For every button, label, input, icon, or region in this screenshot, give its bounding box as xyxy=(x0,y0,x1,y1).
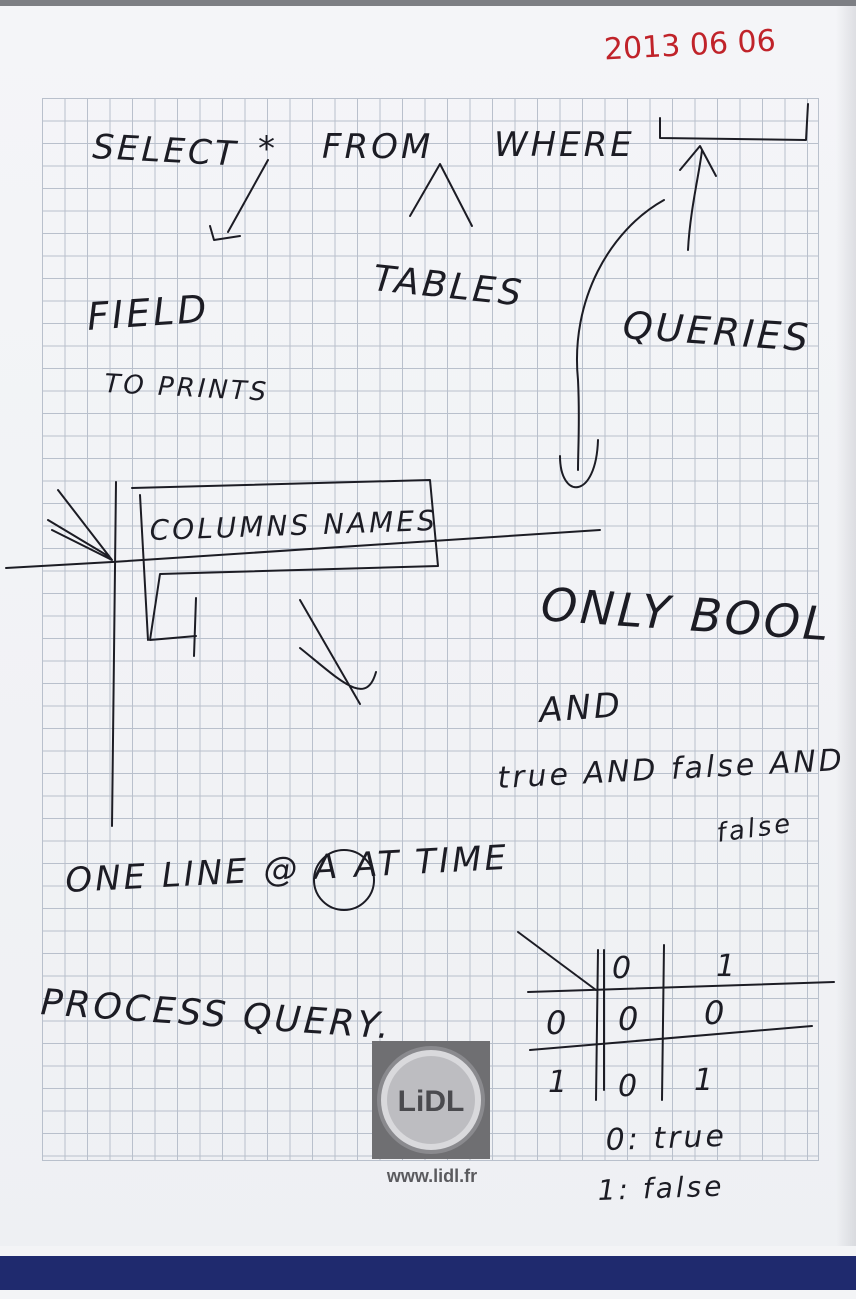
table-row-1-label: 1 xyxy=(548,1065,570,1100)
lidl-logo-mark: LiDL xyxy=(377,1046,485,1154)
label-false-result: false xyxy=(715,809,795,849)
table-diagonal xyxy=(517,931,597,991)
table-col-line-1 xyxy=(595,949,605,1101)
legend-true: 0: true xyxy=(605,1119,727,1158)
table-cell-0-1: 0 xyxy=(704,994,727,1032)
vertical-line xyxy=(111,481,117,827)
label-only-bool: ONLY BOOL xyxy=(539,577,833,651)
kw-where: WHERE xyxy=(494,125,635,165)
lidl-url: www.lidl.fr xyxy=(386,1166,478,1186)
table-cell-1-0: 0 xyxy=(618,1069,640,1104)
column-names-box xyxy=(131,479,439,641)
label-true-and-false: true AND false AND xyxy=(497,743,846,796)
box-tick xyxy=(193,597,197,657)
legend-false: 1: false xyxy=(597,1170,725,1207)
arrow-box-down xyxy=(299,599,377,705)
table-header-1: 1 xyxy=(716,949,738,984)
notebook-page: 2013 06 06 SELECT * FROM WHERE FIELD TO … xyxy=(0,0,856,1299)
table-cell-0-0: 0 xyxy=(618,1000,641,1038)
arrow-tables xyxy=(409,163,473,227)
label-one-line: ONE LINE @ A AT TIME xyxy=(64,838,510,901)
table-cell-1-1: 1 xyxy=(694,1063,716,1098)
kw-from: FROM xyxy=(322,127,433,167)
where-bracket xyxy=(659,103,809,141)
lidl-logo: LiDL xyxy=(372,1041,490,1159)
label-queries: QUERIES xyxy=(621,303,812,360)
label-and: AND xyxy=(536,685,624,731)
label-process-query: PROCESS QUERY. xyxy=(39,982,393,1047)
arrow-where xyxy=(679,145,717,251)
table-col-line-2 xyxy=(661,944,665,1101)
kw-star: * xyxy=(258,129,278,169)
label-column-names: COLUMNS NAMES xyxy=(149,504,438,547)
label-field: FIELD xyxy=(86,287,211,339)
table-header-0: 0 xyxy=(612,951,634,986)
kw-select: SELECT xyxy=(92,127,240,175)
table-row-line-1 xyxy=(527,981,835,993)
table-row-0-label: 0 xyxy=(546,1004,569,1042)
label-tables: TABLES xyxy=(371,258,526,315)
label-to-print: TO PRINTS xyxy=(104,369,270,408)
lidl-logo-text: LiDL xyxy=(398,1085,465,1118)
table-row-line-2 xyxy=(529,1025,813,1051)
arrow-head-left xyxy=(47,489,113,561)
